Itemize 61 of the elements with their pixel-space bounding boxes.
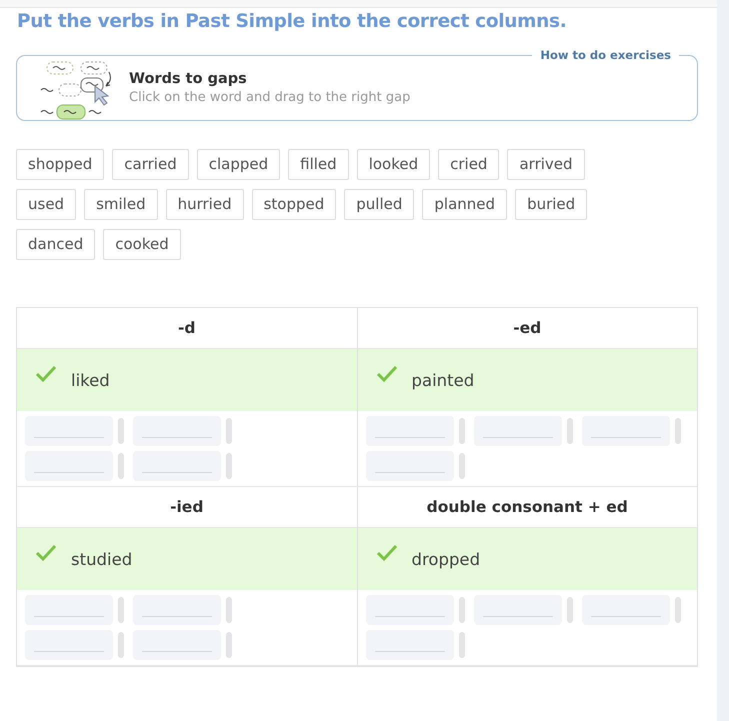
drop-gap[interactable] bbox=[582, 416, 670, 446]
example-word: dropped bbox=[412, 550, 480, 568]
check-icon bbox=[376, 365, 398, 383]
word-tile[interactable]: smiled bbox=[84, 189, 158, 220]
drop-gap[interactable] bbox=[366, 416, 454, 446]
word-tile[interactable]: filled bbox=[288, 149, 349, 180]
gap-handle bbox=[458, 597, 464, 623]
gap-handle bbox=[118, 632, 124, 658]
gap-handle bbox=[674, 597, 680, 623]
drop-gap[interactable] bbox=[582, 595, 670, 625]
word-tile[interactable]: hurried bbox=[166, 189, 244, 220]
gap-handle bbox=[458, 632, 464, 658]
gap-handle bbox=[226, 632, 232, 658]
word-tile[interactable]: pulled bbox=[344, 189, 414, 220]
drop-gap[interactable] bbox=[366, 595, 454, 625]
word-tile[interactable]: buried bbox=[515, 189, 588, 220]
drop-gap[interactable] bbox=[133, 630, 221, 660]
help-link[interactable]: How to do exercises bbox=[532, 48, 679, 62]
example-word: studied bbox=[71, 550, 132, 568]
exercise-hint: Click on the word and drag to the right gap bbox=[129, 90, 410, 105]
drop-gap[interactable] bbox=[133, 595, 221, 625]
check-icon bbox=[35, 544, 57, 562]
word-tile[interactable]: used bbox=[16, 189, 76, 220]
gap-handle bbox=[226, 418, 232, 444]
word-tile[interactable]: carried bbox=[112, 149, 189, 180]
check-icon bbox=[376, 544, 398, 562]
word-tile[interactable]: cried bbox=[438, 149, 500, 180]
word-tile[interactable]: stopped bbox=[252, 189, 336, 220]
check-icon bbox=[35, 365, 57, 383]
example-word: liked bbox=[71, 370, 110, 390]
gap-handle bbox=[226, 597, 232, 623]
gap-handle bbox=[674, 418, 680, 444]
word-tile[interactable]: arrived bbox=[507, 149, 585, 180]
word-tile[interactable]: cooked bbox=[103, 229, 181, 260]
gap-handle bbox=[118, 418, 124, 444]
drop-gap[interactable] bbox=[133, 416, 221, 446]
drop-gap[interactable] bbox=[133, 451, 221, 481]
drop-gap[interactable] bbox=[25, 451, 113, 481]
drop-gap[interactable] bbox=[25, 630, 113, 660]
exercise-title: Put the verbs in Past Simple into the correct columns. bbox=[17, 11, 568, 32]
drop-gap[interactable] bbox=[366, 630, 454, 660]
word-tile[interactable]: clapped bbox=[196, 149, 280, 180]
gap-handle bbox=[566, 597, 572, 623]
exercise-type-heading: Words to gaps bbox=[129, 71, 248, 87]
gap-handle bbox=[118, 597, 124, 623]
drop-gap[interactable] bbox=[366, 451, 454, 481]
gap-handle bbox=[226, 453, 232, 479]
word-tile[interactable]: danced bbox=[16, 229, 96, 260]
word-tile[interactable]: shopped bbox=[16, 149, 104, 180]
gap-handle bbox=[566, 418, 572, 444]
drop-gap[interactable] bbox=[25, 595, 113, 625]
gap-handle bbox=[458, 418, 464, 444]
drop-gap[interactable] bbox=[25, 416, 113, 446]
gap-handle bbox=[458, 453, 464, 479]
scrollbar[interactable] bbox=[717, 0, 729, 721]
word-tile[interactable]: planned bbox=[422, 189, 508, 220]
drop-gap[interactable] bbox=[474, 595, 562, 625]
word-tile[interactable]: looked bbox=[356, 149, 430, 180]
gap-handle bbox=[118, 453, 124, 479]
example-word: painted bbox=[412, 370, 474, 390]
drop-gap[interactable] bbox=[474, 416, 562, 446]
